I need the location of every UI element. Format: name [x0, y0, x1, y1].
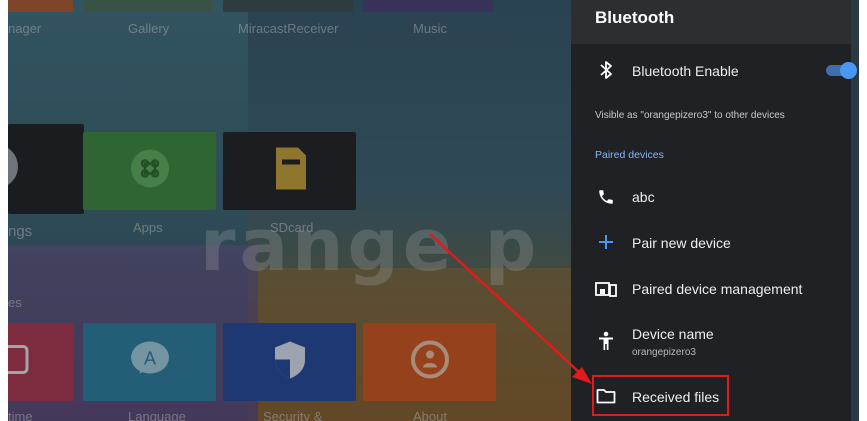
bluetooth-icon: [595, 59, 617, 81]
paired-device-management-label: Paired device management: [632, 281, 803, 297]
launcher-dim-overlay: [8, 0, 579, 421]
bluetooth-settings-panel: Bluetooth Bluetooth Enable Visible as "o…: [571, 0, 857, 421]
panel-title: Bluetooth: [595, 8, 675, 27]
pair-new-device-label: Pair new device: [632, 235, 731, 251]
bluetooth-enable-label: Bluetooth Enable: [632, 63, 739, 79]
pair-new-device-row[interactable]: Pair new device: [571, 226, 851, 260]
annotation-highlight-box: [592, 375, 729, 416]
bluetooth-enable-row[interactable]: Bluetooth Enable: [571, 55, 851, 87]
plus-icon: [595, 231, 617, 253]
paired-device-row[interactable]: abc: [571, 180, 851, 214]
paired-devices-header: Paired devices: [595, 149, 664, 161]
visibility-text: Visible as "orangepizero3" to other devi…: [595, 110, 785, 121]
device-name-value: orangepizero3: [632, 347, 696, 358]
person-icon: [595, 330, 617, 352]
device-name-label: Device name: [632, 326, 714, 342]
phone-icon: [595, 186, 617, 208]
panel-header: Bluetooth: [571, 0, 851, 44]
bluetooth-toggle[interactable]: [826, 62, 858, 79]
paired-device-name: abc: [632, 189, 655, 205]
paired-device-management-row[interactable]: Paired device management: [571, 272, 851, 306]
toggle-knob: [840, 62, 857, 79]
device-name-row[interactable]: Device name orangepizero3: [571, 320, 851, 364]
devices-icon: [595, 278, 617, 300]
